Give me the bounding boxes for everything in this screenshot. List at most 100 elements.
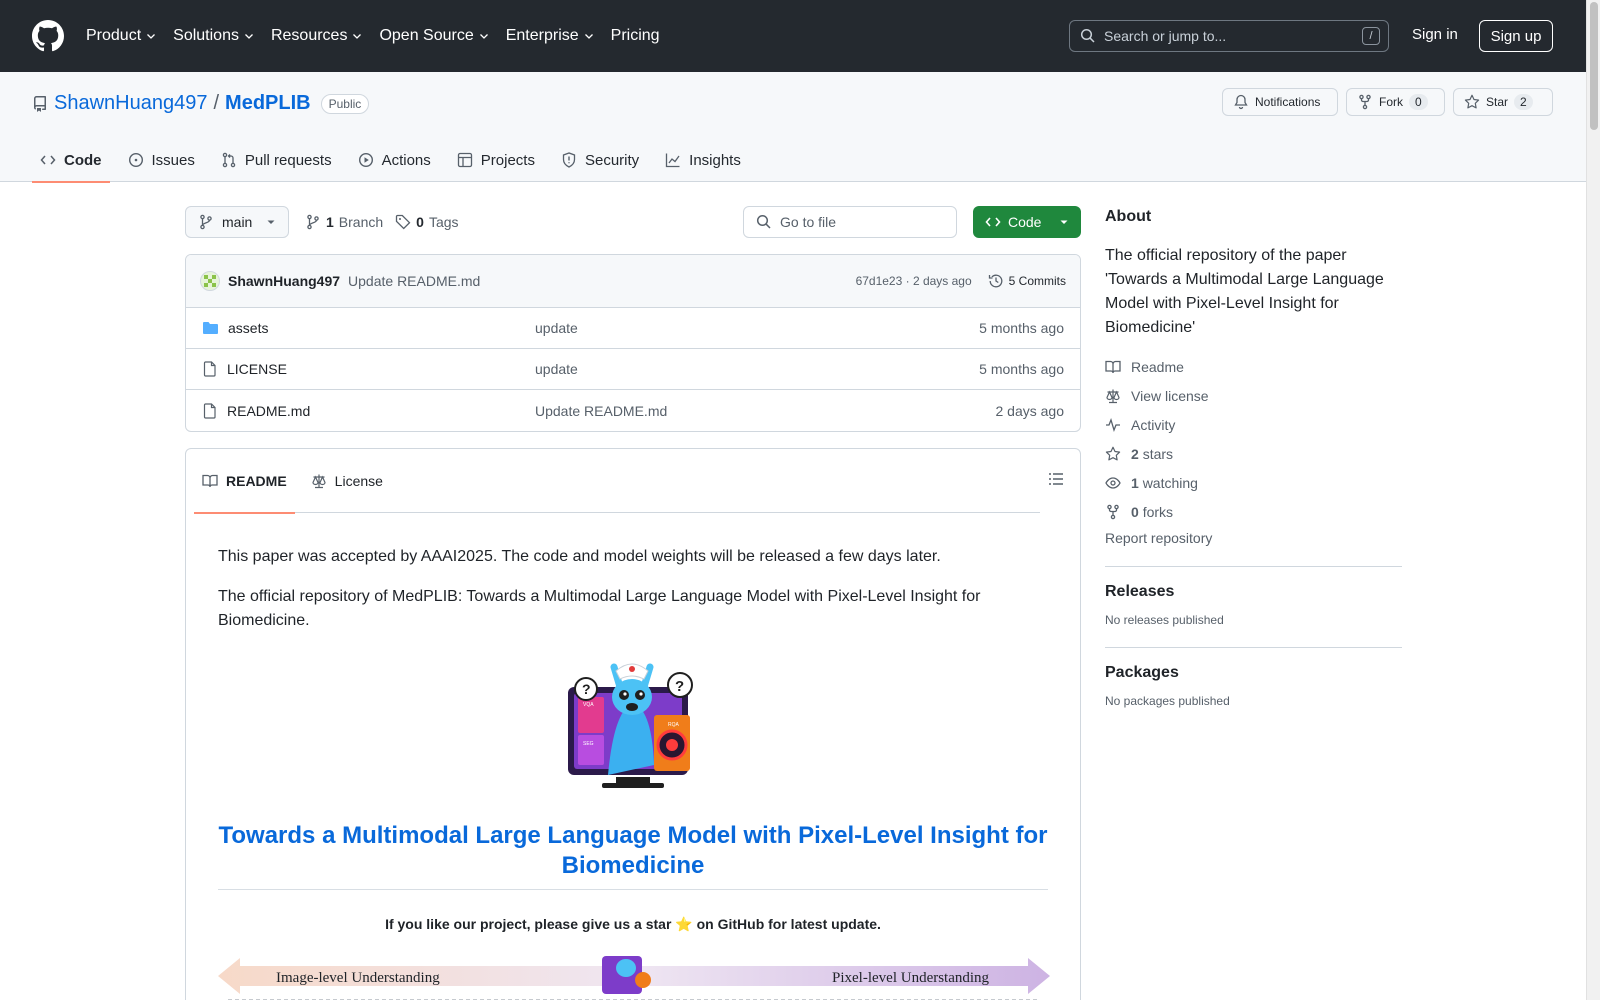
tab-readme[interactable]: README [194,449,295,514]
file-commit-message[interactable]: Update README.md [535,403,996,419]
tab-projects[interactable]: Projects [449,138,543,182]
watching-count: 1 [1131,474,1139,491]
file-toolbar: main 1 Branch 0 Tags Go to file Code [185,206,1081,238]
repo-name-link[interactable]: MedPLIB [225,92,311,115]
nav-resources-label: Resources [270,27,348,44]
file-icon [203,361,216,377]
latest-commit-row: ShawnHuang497 Update README.md 67d1e23 ·… [186,255,1080,308]
tab-license[interactable]: License [303,449,391,513]
book-icon [1105,360,1121,373]
tab-actions-label: Actions [381,151,431,169]
alpaca-logo-icon: VQA RQA SEG ? ? [568,663,693,788]
commit-author-link[interactable]: ShawnHuang497 [228,273,340,289]
chevron-down-icon [353,34,362,39]
code-icon [985,217,1001,227]
notifications-label: Notifications [1255,95,1321,109]
chevron-down-icon [479,34,488,39]
banner-left-label: Image-level Understanding [276,970,440,986]
license-link[interactable]: View license [1105,381,1402,410]
activity-link[interactable]: Activity [1105,410,1402,439]
file-name-cell[interactable]: assets [202,320,535,336]
book-icon [202,474,218,487]
commits-link[interactable]: 5 Commits [988,273,1066,289]
commit-message-link[interactable]: Update README.md [348,273,480,289]
avatar[interactable] [200,271,220,291]
global-nav: Product Solutions Resources Open Source … [86,27,676,45]
repo-owner-link[interactable]: ShawnHuang497 [54,92,207,115]
star-button[interactable]: Star 2 [1453,88,1553,116]
fork-count: 0 [1409,94,1428,110]
sign-in-link[interactable]: Sign in [1412,26,1458,43]
readme-panel: README License This paper was accepted b… [185,448,1081,1000]
main-content: main 1 Branch 0 Tags Go to file Code Sha… [185,206,1081,1000]
nav-enterprise-label: Enterprise [505,27,579,44]
repo-description: The official repository of the paper 'To… [1105,247,1384,336]
sign-up-button[interactable]: Sign up [1479,20,1553,52]
watchers-link[interactable]: 1 watching [1105,468,1402,497]
file-name-cell[interactable]: README.md [202,403,535,419]
nav-enterprise[interactable]: Enterprise [506,27,595,45]
global-search-input[interactable]: Search or jump to... / [1069,20,1389,52]
readme-link[interactable]: Readme [1105,352,1402,381]
stars-link[interactable]: 2 stars [1105,439,1402,468]
report-repository-link[interactable]: Report repository [1105,530,1402,546]
tab-projects-label: Projects [480,151,535,169]
star-icon [1464,94,1480,109]
file-icon [203,402,216,419]
readme-paragraph: This paper was accepted by AAAI2025. The… [218,548,941,565]
understanding-arrows-icon: Image-level Understanding Pixel-level Un… [218,956,1050,1000]
tab-issues[interactable]: Issues [120,138,203,182]
global-header: Product Solutions Resources Open Source … [0,0,1586,72]
visibility-badge: Public [320,93,370,114]
tag-count: 0 [416,214,424,230]
tab-code[interactable]: Code [32,138,110,183]
branches-link[interactable]: 1 Branch [305,214,383,230]
tab-code-label: Code [64,151,102,169]
tab-security[interactable]: Security [553,138,647,182]
tab-actions[interactable]: Actions [350,138,439,182]
file-commit-time: 5 months ago [979,361,1064,377]
nav-open-source-label: Open Source [379,27,474,44]
page-scrollbar[interactable] [1586,0,1600,1000]
list-unordered-icon[interactable] [1048,471,1064,487]
git-branch-icon [307,214,319,230]
table-row[interactable]: LICENSE update 5 months ago [186,349,1080,390]
about-heading: About [1105,208,1152,225]
tab-insights[interactable]: Insights [657,138,749,182]
file-commit-message[interactable]: update [535,320,979,336]
logo-question-mark: ? [582,681,591,697]
tab-pull-requests[interactable]: Pull requests [213,138,340,182]
file-commit-message[interactable]: update [535,361,979,377]
nav-pricing[interactable]: Pricing [611,27,660,45]
fork-button[interactable]: Fork 0 [1346,88,1445,116]
forks-link[interactable]: 0 forks [1105,497,1402,526]
releases-heading[interactable]: Releases [1105,583,1402,601]
forks-label: forks [1142,503,1174,520]
scrollbar-thumb[interactable] [1590,2,1598,130]
file-name: README.md [227,402,311,419]
tab-security-label: Security [584,151,640,169]
go-to-file-input[interactable]: Go to file [743,206,957,238]
nav-solutions[interactable]: Solutions [173,27,255,45]
file-browser: ShawnHuang497 Update README.md 67d1e23 ·… [185,254,1081,432]
tags-link[interactable]: 0 Tags [395,214,459,230]
code-dropdown-button[interactable]: Code [973,206,1081,238]
law-icon [1106,389,1120,403]
nav-resources[interactable]: Resources [271,27,363,45]
file-name-cell[interactable]: LICENSE [202,361,535,377]
commit-hash-time[interactable]: 67d1e23 · 2 days ago [856,274,972,288]
nav-solutions-label: Solutions [173,27,239,44]
caret-down-icon [1060,220,1068,224]
nav-open-source[interactable]: Open Source [379,27,489,45]
watching-label: watching [1142,474,1198,491]
branch-selector[interactable]: main [185,206,289,238]
github-logo-icon[interactable] [32,20,64,52]
table-row[interactable]: README.md Update README.md 2 days ago [186,390,1080,431]
notifications-button[interactable]: Notifications [1222,88,1338,116]
nav-product[interactable]: Product [86,27,157,45]
branch-name: main [222,214,253,230]
history-icon [988,274,1003,288]
table-row[interactable]: assets update 5 months ago [186,308,1080,349]
packages-heading[interactable]: Packages [1105,664,1402,682]
bell-icon [1234,94,1248,110]
